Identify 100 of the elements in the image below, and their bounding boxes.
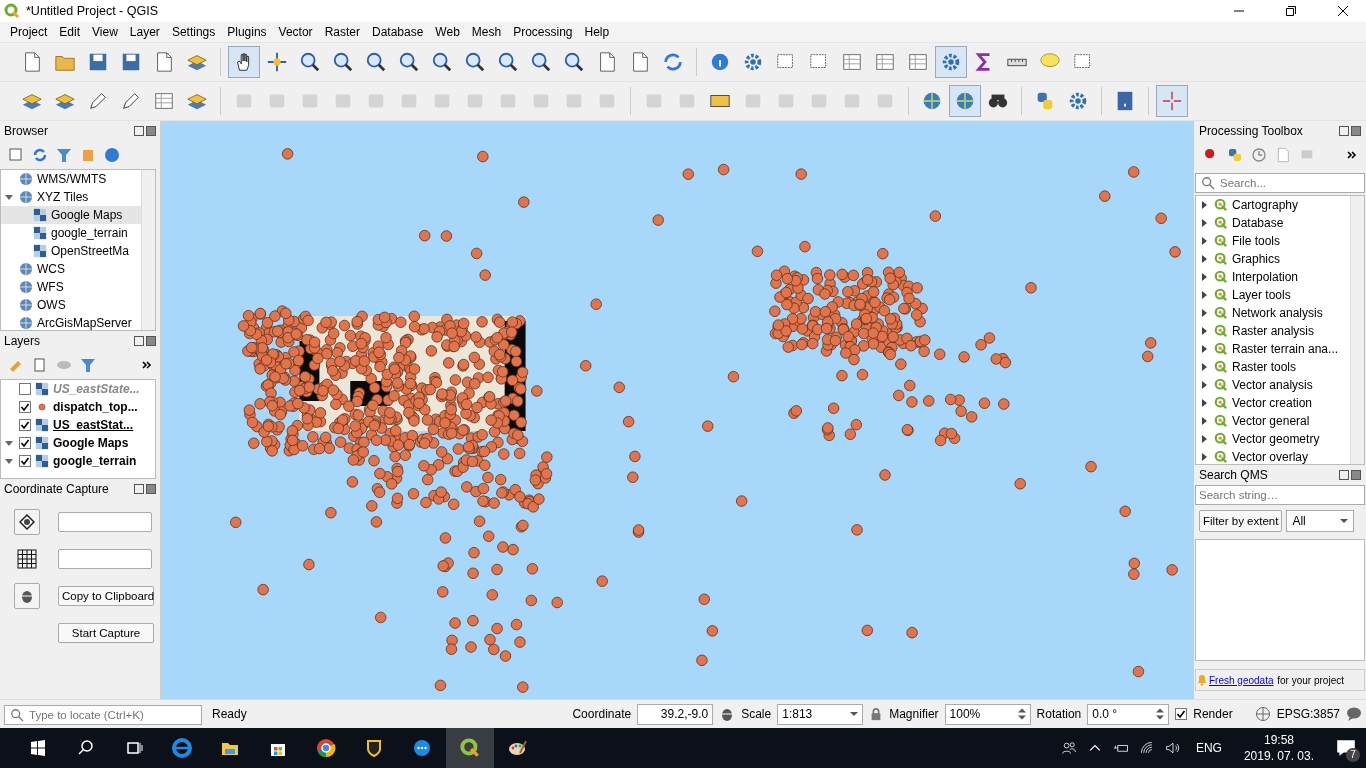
copy-button[interactable]: Copy to Clipboard <box>58 586 154 606</box>
rotation-spinbox[interactable]: 0.0 ° <box>1087 703 1170 725</box>
algorithm-group[interactable]: Raster terrain ana... <box>1196 340 1350 358</box>
algorithm-group[interactable]: File tools <box>1196 232 1350 250</box>
menu-item[interactable]: Edit <box>53 25 87 39</box>
menu-item[interactable]: View <box>86 25 124 39</box>
pan-icon[interactable] <box>228 46 260 78</box>
search-field[interactable]: Search... <box>1195 173 1365 193</box>
scrollbar[interactable] <box>141 170 155 330</box>
browser-item[interactable]: XYZ Tiles <box>1 188 141 206</box>
menu-item[interactable]: Layer <box>123 25 166 39</box>
algorithm-group[interactable]: Layer tools <box>1196 286 1350 304</box>
legend-entry[interactable]: google_terrain <box>1 452 155 470</box>
scale-dropdown[interactable]: 1:813 <box>777 703 864 725</box>
checkbox[interactable] <box>19 437 31 449</box>
language-indicator[interactable]: ENG <box>1195 741 1222 755</box>
expand-arrow-icon[interactable] <box>5 192 13 201</box>
algorithm-group[interactable]: Vector geometry <box>1196 430 1350 448</box>
globe-icon[interactable] <box>1254 706 1271 722</box>
float-icon[interactable] <box>1339 470 1349 480</box>
algorithm-group[interactable]: Vector creation <box>1196 394 1350 412</box>
coordinate-field[interactable]: 39.2,-9.0 <box>637 703 714 725</box>
history-icon[interactable] <box>1251 147 1267 163</box>
browser-item[interactable]: google_terrain <box>1 224 141 242</box>
refresh-icon[interactable] <box>32 147 48 163</box>
algorithm-group[interactable]: Vector analysis <box>1196 376 1350 394</box>
clock-date[interactable]: 2019. 07. 03. <box>1243 748 1314 764</box>
legend-entry[interactable]: US_eastStat... <box>1 416 155 434</box>
coordinate-field[interactable] <box>58 512 152 532</box>
browser-item[interactable]: WMS/WMTS <box>1 170 141 188</box>
fresh-geodata-link[interactable]: Fresh geodata <box>1209 674 1274 686</box>
filter-button[interactable]: Filter by extent <box>1199 510 1283 532</box>
more-chevrons-icon[interactable] <box>1347 151 1357 159</box>
legend-entry[interactable]: dispatch_top... <box>1 398 155 416</box>
menu-item[interactable]: Plugins <box>221 25 273 39</box>
tiles-icon <box>33 226 47 240</box>
algorithm-group[interactable]: Database <box>1196 214 1350 232</box>
locator-field[interactable]: Type to locate (Ctrl+K) <box>4 705 202 725</box>
menu-item[interactable]: Help <box>578 25 616 39</box>
more-chevrons-icon[interactable] <box>142 361 152 369</box>
gear-icon[interactable] <box>935 46 967 78</box>
checkbox[interactable] <box>19 383 31 395</box>
float-icon[interactable] <box>134 336 144 346</box>
browser-item[interactable]: OpenStreetMa <box>1 242 141 260</box>
checkbox[interactable] <box>19 401 31 413</box>
browser-item[interactable]: WCS <box>1 260 141 278</box>
q-logo-icon <box>1214 270 1228 284</box>
menu-item[interactable]: Mesh <box>465 25 508 39</box>
menu-item[interactable]: Settings <box>165 25 222 39</box>
browser-item[interactable]: WFS <box>1 278 141 296</box>
crosshair-button[interactable] <box>14 509 40 535</box>
browser-item[interactable]: ArcGisMapServer <box>1 314 141 330</box>
clock-time[interactable]: 19:58 <box>1263 732 1294 748</box>
menu-item[interactable]: Vector <box>272 25 319 39</box>
mouse-button[interactable] <box>14 583 40 609</box>
algorithm-group[interactable]: Raster tools <box>1196 358 1350 376</box>
add-icon[interactable] <box>8 147 24 163</box>
float-icon[interactable] <box>134 126 144 136</box>
start-capture-button[interactable]: Start Capture <box>58 623 154 643</box>
menu-item[interactable]: Database <box>365 25 430 39</box>
legend-entry[interactable]: US_eastState... <box>1 380 155 398</box>
q-logo-icon <box>459 737 481 759</box>
menu-item[interactable]: Processing <box>507 25 579 39</box>
browser-item[interactable]: Google Maps <box>1 206 141 224</box>
q-logo-icon <box>1214 252 1228 266</box>
algorithm-group[interactable]: Graphics <box>1196 250 1350 268</box>
python-icon[interactable] <box>1227 147 1243 163</box>
menu-item[interactable]: Raster <box>318 25 366 39</box>
filter-icon[interactable] <box>56 147 72 163</box>
add-group-icon[interactable] <box>32 357 48 373</box>
notifications-button[interactable]: 7 <box>1326 728 1366 768</box>
filter-icon[interactable] <box>80 357 96 373</box>
legend-entry[interactable]: Google Maps <box>1 434 155 452</box>
algorithm-group[interactable]: Raster analysis <box>1196 322 1350 340</box>
algorithm-group[interactable]: Vector overlay <box>1196 448 1350 464</box>
messages-icon[interactable] <box>1346 706 1362 722</box>
algorithm-group[interactable]: Cartography <box>1196 196 1350 214</box>
algorithm-group[interactable]: Network analysis <box>1196 304 1350 322</box>
magnifier-spinbox[interactable]: 100% <box>944 703 1031 725</box>
checkbox[interactable] <box>19 419 31 431</box>
render-checkbox[interactable] <box>1175 708 1188 720</box>
crosshair-icon[interactable] <box>1156 85 1188 117</box>
crs-button[interactable]: EPSG:3857 <box>1276 707 1340 721</box>
algorithm-group[interactable]: Interpolation <box>1196 268 1350 286</box>
algorithm-group[interactable]: Vector general <box>1196 412 1350 430</box>
info-icon[interactable] <box>104 147 120 163</box>
float-icon[interactable] <box>134 484 144 494</box>
expand-arrow-icon[interactable] <box>5 456 13 465</box>
checkbox[interactable] <box>19 455 31 467</box>
expand-arrow-icon[interactable] <box>5 438 13 447</box>
menu-item[interactable]: Project <box>4 25 54 39</box>
filter-dropdown[interactable]: All <box>1286 510 1355 532</box>
scrollbar[interactable] <box>1350 196 1364 464</box>
float-icon[interactable] <box>1339 126 1349 136</box>
qgis-taskbar-button[interactable] <box>446 728 494 768</box>
globe-icon[interactable] <box>949 85 981 117</box>
search-field[interactable]: Search string… <box>1195 485 1365 505</box>
coordinate-field[interactable] <box>58 549 152 569</box>
browser-item[interactable]: OWS <box>1 296 141 314</box>
menu-item[interactable]: Web <box>429 25 466 39</box>
